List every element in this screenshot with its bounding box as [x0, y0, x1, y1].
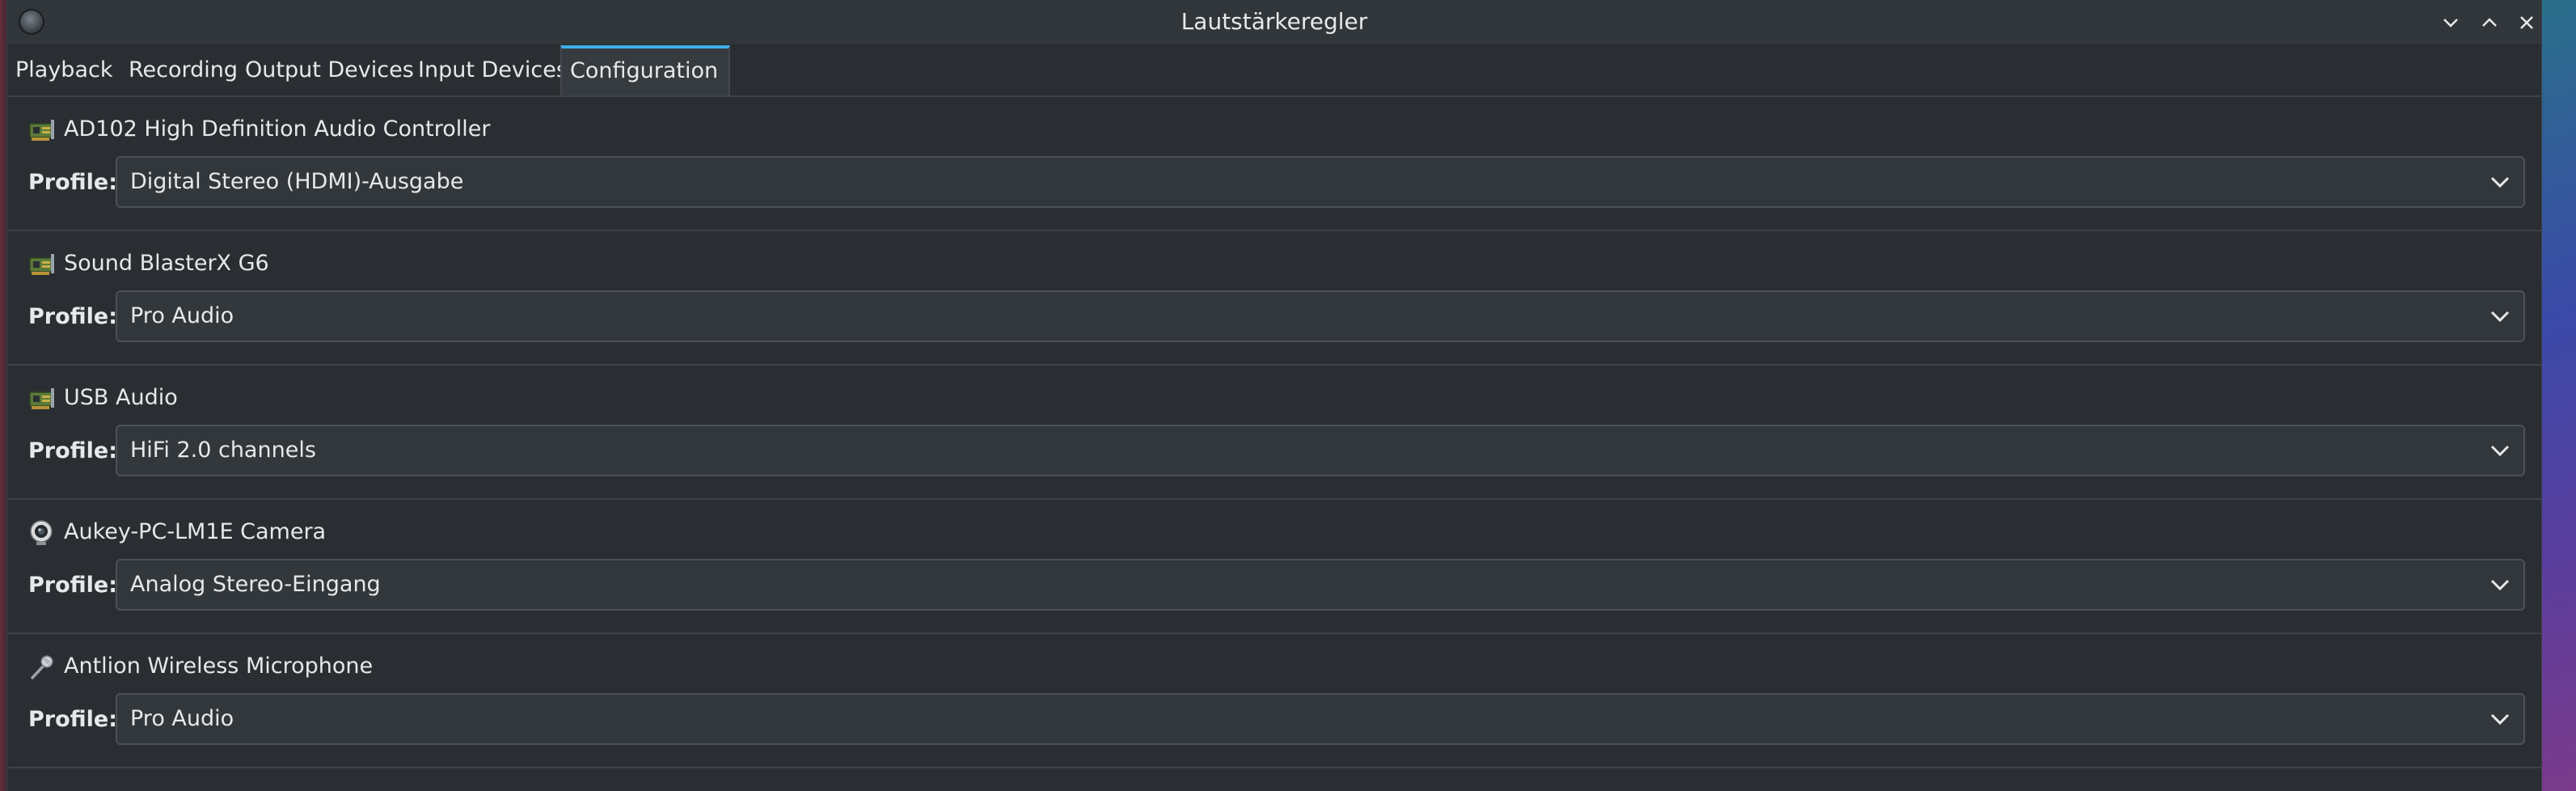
chevron-down-icon [2486, 302, 2514, 330]
profile-label: Profile: [28, 438, 118, 463]
chevron-down-icon [2486, 437, 2514, 464]
maximize-icon[interactable] [2475, 8, 2504, 37]
profile-dropdown[interactable]: Digital Stereo (HDMI)-Ausgabe [116, 156, 2525, 208]
profile-dropdown[interactable]: Analog Stereo-Eingang [116, 559, 2525, 611]
window-title: Lautstärkeregler [1180, 8, 1368, 35]
microphone-icon [28, 654, 56, 681]
profile-dropdown[interactable]: Pro Audio [116, 693, 2525, 745]
card-name: USB Audio [64, 385, 178, 410]
volume-control-window: Lautstärkeregler Playback Recording Outp… [6, 0, 2542, 791]
minimize-icon[interactable] [2436, 8, 2465, 37]
close-icon[interactable] [2512, 8, 2541, 37]
profile-selected-value: Analog Stereo-Eingang [130, 572, 381, 597]
tab-bar: Playback Recording Output Devices Input … [7, 45, 2541, 97]
tab-input-devices[interactable]: Input Devices [410, 45, 576, 95]
profile-dropdown[interactable]: HiFi 2.0 channels [116, 425, 2525, 476]
configuration-panel: AD102 High Definition Audio Controller P… [7, 97, 2541, 791]
card-antlion-microphone: Antlion Wireless Microphone Profile: Pro… [7, 634, 2541, 768]
profile-selected-value: Pro Audio [130, 303, 234, 328]
sound-card-icon [28, 385, 56, 412]
card-name: AD102 High Definition Audio Controller [64, 116, 491, 142]
card-name: Sound BlasterX G6 [64, 251, 269, 276]
profile-selected-value: HiFi 2.0 channels [130, 438, 316, 463]
card-sound-blasterx-g6: Sound BlasterX G6 Profile: Pro Audio [7, 231, 2541, 366]
profile-selected-value: Digital Stereo (HDMI)-Ausgabe [130, 169, 464, 194]
profile-label: Profile: [28, 573, 118, 598]
webcam-icon [28, 519, 56, 547]
profile-label: Profile: [28, 304, 118, 329]
title-bar[interactable]: Lautstärkeregler [7, 0, 2541, 45]
desktop-wallpaper-edge [2542, 0, 2576, 791]
profile-dropdown[interactable]: Pro Audio [116, 290, 2525, 342]
tab-playback[interactable]: Playback [7, 45, 120, 95]
profile-selected-value: Pro Audio [130, 706, 234, 731]
card-ad102: AD102 High Definition Audio Controller P… [7, 97, 2541, 231]
sound-card-icon [28, 116, 56, 144]
chevron-down-icon [2486, 168, 2514, 196]
tab-recording[interactable]: Recording [120, 45, 246, 95]
card-name: Antlion Wireless Microphone [64, 654, 374, 679]
sound-card-icon [28, 251, 56, 278]
tab-output-devices[interactable]: Output Devices [237, 45, 422, 95]
profile-label: Profile: [28, 170, 118, 195]
tab-configuration[interactable]: Configuration [560, 45, 730, 95]
chevron-down-icon [2486, 571, 2514, 599]
card-name: Aukey-PC-LM1E Camera [64, 519, 327, 544]
chevron-down-icon [2486, 705, 2514, 733]
card-usb-audio: USB Audio Profile: HiFi 2.0 channels [7, 366, 2541, 500]
card-aukey-camera: Aukey-PC-LM1E Camera Profile: Analog Ste… [7, 500, 2541, 634]
profile-label: Profile: [28, 707, 118, 732]
